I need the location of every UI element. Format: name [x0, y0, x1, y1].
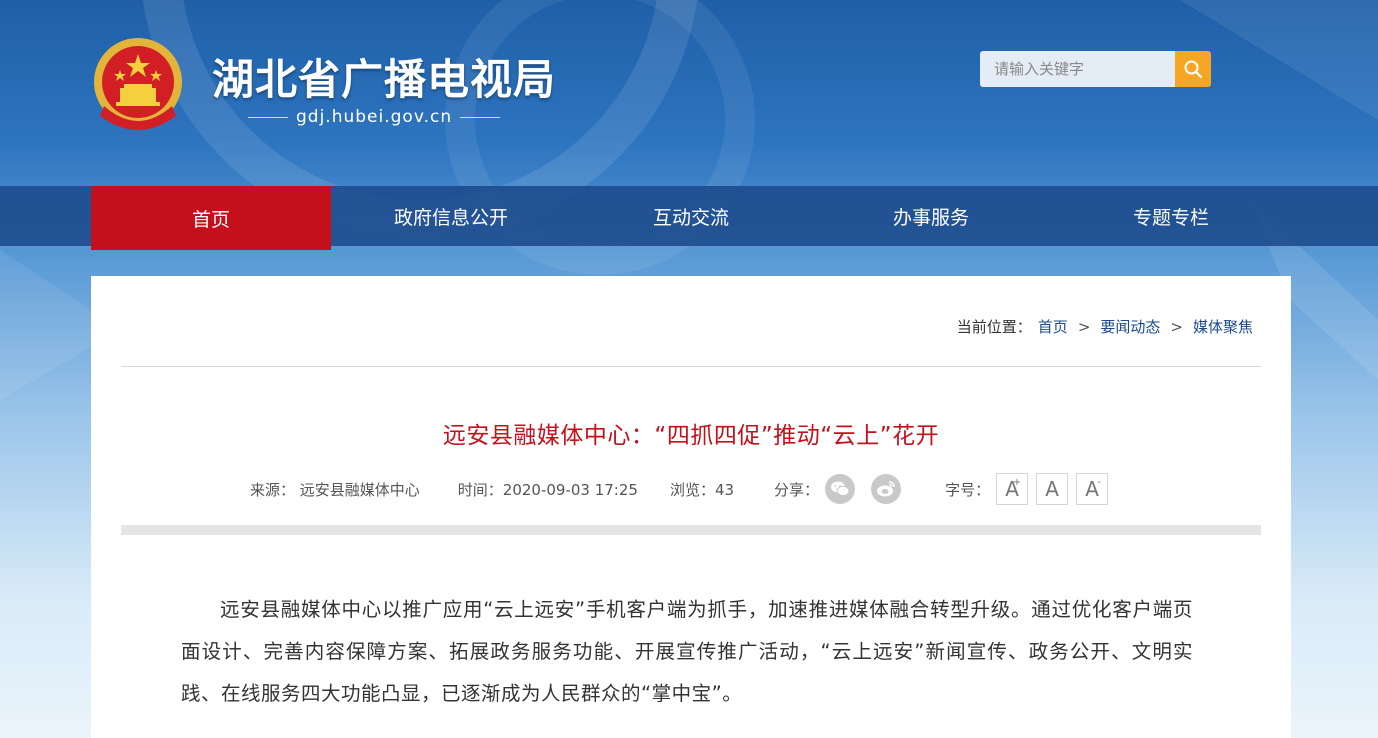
breadcrumb-separator: > [1170, 317, 1183, 336]
article-meta: 来源： 远安县融媒体中心 时间：2020-09-03 17:25 浏览：43 分… [250, 472, 1116, 506]
article-time: 时间：2020-09-03 17:25 [457, 480, 638, 499]
nav-item-topics[interactable]: 专题专栏 [1051, 186, 1291, 246]
nav-item-home[interactable]: 首页 [91, 186, 331, 250]
plus-icon: + [1012, 477, 1022, 488]
font-increase-button[interactable]: A + [996, 473, 1029, 505]
breadcrumb-item-news[interactable]: 要闻动态 [1100, 316, 1160, 337]
meta-divider-bar [121, 525, 1261, 535]
national-emblem-icon [94, 38, 182, 130]
wechat-share-button[interactable] [825, 474, 856, 504]
site-url: gdj.hubei.gov.cn [296, 107, 453, 127]
wechat-icon [831, 481, 850, 497]
site-url-row: gdj.hubei.gov.cn [248, 106, 501, 128]
breadcrumb: 当前位置： 首页 > 要闻动态 > 媒体聚焦 [957, 316, 1253, 337]
weibo-icon [877, 481, 895, 497]
minus-icon: - [1097, 477, 1102, 488]
breadcrumb-prefix: 当前位置： [956, 318, 1032, 336]
url-divider-left [248, 116, 288, 118]
search-icon [1184, 60, 1203, 79]
main-nav: 首页 政府信息公开 互动交流 办事服务 专题专栏 [91, 186, 1291, 250]
nav-item-interaction[interactable]: 互动交流 [571, 186, 811, 246]
article-body: 远安县融媒体中心以推广应用“云上远安”手机客户端为抓手，加速推进媒体融合转型升级… [181, 598, 1193, 705]
site-title: 湖北省广播电视局 [212, 55, 557, 104]
article-title: 远安县融媒体中心：“四抓四促”推动“云上”花开 [442, 423, 940, 449]
search-input[interactable] [980, 51, 1175, 87]
weibo-share-button[interactable] [871, 474, 902, 504]
nav-item-services[interactable]: 办事服务 [811, 186, 1051, 246]
nav-item-gov-info[interactable]: 政府信息公开 [331, 186, 571, 246]
font-default-label: A [1045, 477, 1059, 501]
article-views: 浏览：43 [669, 480, 735, 499]
breadcrumb-item-home[interactable]: 首页 [1038, 316, 1068, 337]
font-size-label: 字号： [945, 480, 991, 499]
breadcrumb-separator: > [1077, 317, 1091, 336]
breadcrumb-item-media[interactable]: 媒体聚焦 [1193, 316, 1253, 337]
search-box [980, 51, 1211, 87]
share-label: 分享： [774, 480, 820, 499]
search-button[interactable] [1175, 51, 1211, 87]
content-panel: 当前位置： 首页 > 要闻动态 > 媒体聚焦 远安县融媒体中心：“四抓四促”推动… [91, 276, 1291, 738]
breadcrumb-divider [121, 366, 1261, 367]
article-source: 来源： 远安县融媒体中心 [250, 480, 420, 499]
font-decrease-button[interactable]: A- [1076, 473, 1109, 505]
url-divider-right [460, 116, 501, 118]
font-default-button[interactable]: A [1036, 473, 1069, 505]
